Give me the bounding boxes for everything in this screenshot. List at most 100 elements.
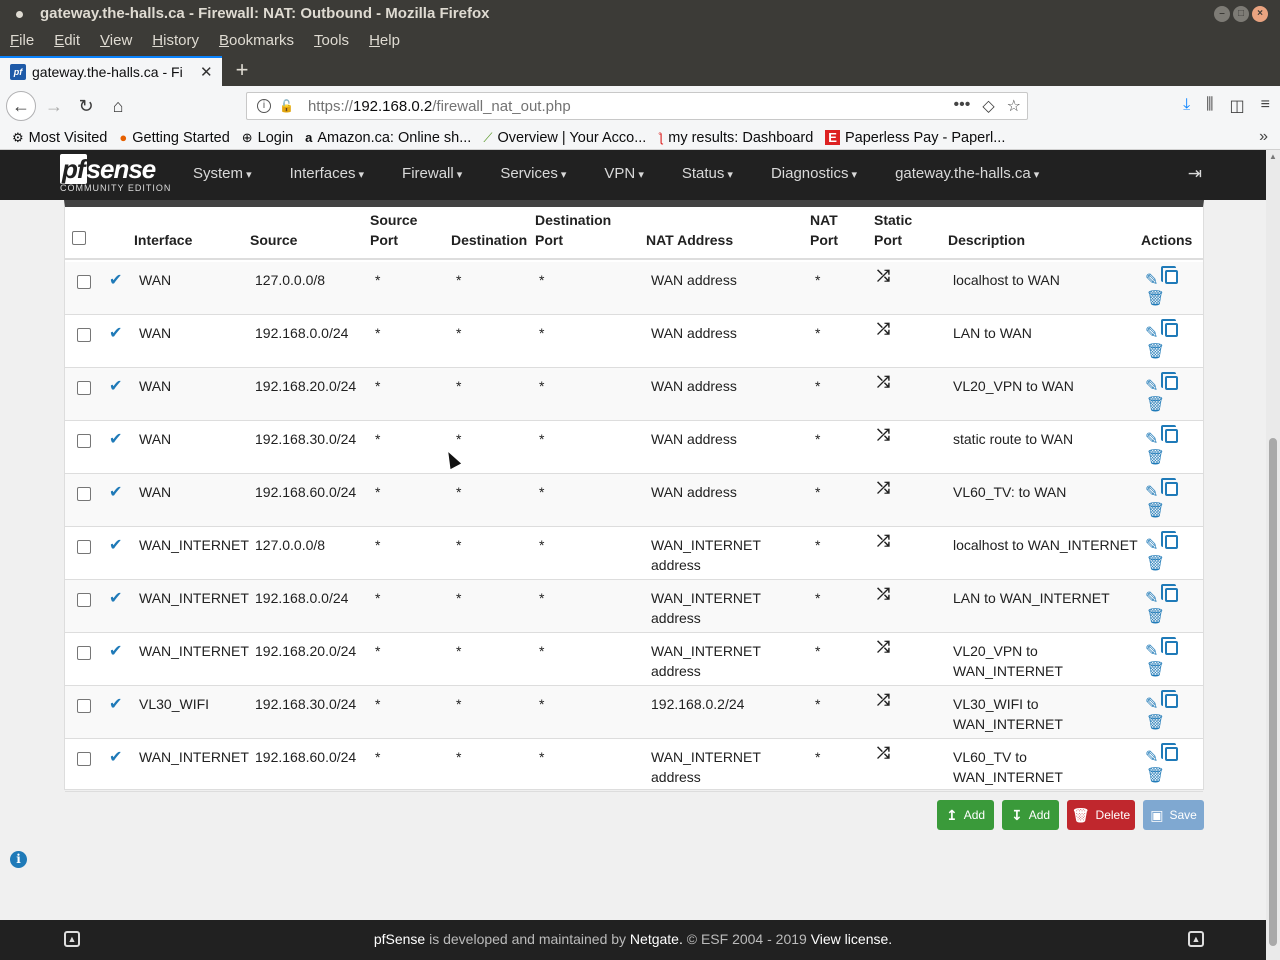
- scroll-up-icon[interactable]: ▲: [1269, 152, 1277, 161]
- footer-right-icon[interactable]: ▲: [1188, 931, 1204, 947]
- menu-view[interactable]: View: [100, 28, 132, 56]
- trash-icon[interactable]: 🗑: [1146, 766, 1165, 784]
- checkmark-icon[interactable]: ✔: [109, 482, 122, 502]
- pencil-icon[interactable]: ✎: [1145, 641, 1158, 661]
- table-row[interactable]: ✔ WAN_INTERNET 127.0.0.0/8 * * * WAN_INTERNET …: [65, 527, 1203, 580]
- maximize-button[interactable]: □: [1233, 6, 1249, 22]
- home-icon[interactable]: ⌂: [104, 92, 132, 120]
- page-actions-icon[interactable]: •••: [954, 96, 971, 116]
- trash-icon[interactable]: 🗑: [1146, 448, 1165, 466]
- menu-history[interactable]: History: [152, 28, 199, 56]
- new-tab-icon[interactable]: +: [228, 56, 256, 86]
- pencil-icon[interactable]: ✎: [1145, 270, 1158, 290]
- checkmark-icon[interactable]: ✔: [109, 429, 122, 449]
- trash-icon[interactable]: 🗑: [1146, 289, 1165, 307]
- trash-icon[interactable]: 🗑: [1146, 501, 1165, 519]
- copy-icon[interactable]: [1161, 743, 1178, 761]
- back-icon[interactable]: ←: [6, 91, 36, 121]
- close-window-button[interactable]: ×: [1252, 6, 1268, 22]
- pencil-icon[interactable]: ✎: [1145, 694, 1158, 714]
- menu-help[interactable]: Help: [369, 28, 400, 56]
- row-checkbox[interactable]: [77, 646, 91, 660]
- logout-icon[interactable]: ⇥: [1188, 164, 1202, 184]
- pencil-icon[interactable]: ✎: [1145, 747, 1158, 767]
- minimize-button[interactable]: –: [1214, 6, 1230, 22]
- sidebar-icon[interactable]: ◫: [1230, 96, 1245, 116]
- checkmark-icon[interactable]: ✔: [109, 376, 122, 396]
- checkmark-icon[interactable]: ✔: [109, 535, 122, 555]
- hamburger-menu-icon[interactable]: ≡: [1261, 96, 1270, 116]
- checkmark-icon[interactable]: ✔: [109, 270, 122, 290]
- menu-file[interactable]: File: [10, 28, 34, 56]
- nav-diagnostics[interactable]: Diagnostics: [771, 165, 857, 182]
- pencil-icon[interactable]: ✎: [1145, 429, 1158, 449]
- table-row[interactable]: ✔ WAN 192.168.60.0/24 * * * WAN address * VL60_T…: [65, 474, 1203, 527]
- row-checkbox[interactable]: [77, 381, 91, 395]
- copy-icon[interactable]: [1161, 690, 1178, 708]
- row-checkbox[interactable]: [77, 487, 91, 501]
- more-bookmarks-icon[interactable]: »: [1259, 128, 1268, 146]
- table-row[interactable]: ✔ WAN_INTERNET 192.168.60.0/24 * * * WAN_INTER…: [65, 739, 1203, 792]
- bookmark-star-icon[interactable]: ☆: [1007, 96, 1021, 116]
- checkmark-icon[interactable]: ✔: [109, 694, 122, 714]
- scrollbar-thumb[interactable]: [1269, 438, 1277, 946]
- menu-bookmarks[interactable]: Bookmarks: [219, 28, 294, 56]
- pencil-icon[interactable]: ✎: [1145, 376, 1158, 396]
- table-row[interactable]: ✔ WAN_INTERNET 192.168.20.0/24 * * * WAN_INTER…: [65, 633, 1203, 686]
- bookmark-paperless-pay[interactable]: E Paperless Pay - Paperl...: [825, 130, 1005, 146]
- copy-icon[interactable]: [1161, 478, 1178, 496]
- copy-icon[interactable]: [1161, 531, 1178, 549]
- trash-icon[interactable]: 🗑: [1146, 395, 1165, 413]
- site-info-icon[interactable]: i: [257, 99, 271, 113]
- table-row[interactable]: ✔ WAN 192.168.20.0/24 * * * WAN address * VL20_V…: [65, 368, 1203, 421]
- copy-icon[interactable]: [1161, 637, 1178, 655]
- menu-edit[interactable]: Edit: [54, 28, 80, 56]
- nav-interfaces[interactable]: Interfaces: [290, 165, 364, 182]
- table-row[interactable]: ✔ WAN 127.0.0.0/8 * * * WAN address * localhost …: [65, 262, 1203, 315]
- bookmark-my-results[interactable]: ƪ my results: Dashboard: [658, 130, 813, 146]
- browser-tab[interactable]: pf gateway.the-halls.ca - Fi ✕: [0, 56, 222, 86]
- trash-icon[interactable]: 🗑: [1146, 713, 1165, 731]
- info-icon[interactable]: i: [10, 851, 27, 868]
- pencil-icon[interactable]: ✎: [1145, 535, 1158, 555]
- table-row[interactable]: ✔ WAN 192.168.0.0/24 * * * WAN address * LAN to …: [65, 315, 1203, 368]
- add-top-button[interactable]: ↥ Add: [937, 800, 994, 830]
- window-menu-dot[interactable]: [16, 11, 23, 18]
- page-scrollbar[interactable]: ▲: [1266, 150, 1280, 960]
- url-text[interactable]: https://192.168.0.2/firewall_nat_out.php: [308, 98, 571, 115]
- pfsense-logo[interactable]: pfsense COMMUNITY EDITION: [60, 154, 171, 194]
- bookmark-most-visited[interactable]: ⚙ Most Visited: [12, 130, 107, 146]
- insecure-lock-icon[interactable]: 🔓: [279, 99, 294, 113]
- row-checkbox[interactable]: [77, 752, 91, 766]
- trash-icon[interactable]: 🗑: [1146, 342, 1165, 360]
- pocket-icon[interactable]: ◇: [982, 96, 994, 116]
- delete-button[interactable]: 🗑 Delete: [1067, 800, 1135, 830]
- row-checkbox[interactable]: [77, 699, 91, 713]
- checkmark-icon[interactable]: ✔: [109, 588, 122, 608]
- copy-icon[interactable]: [1161, 319, 1178, 337]
- bookmark-overview[interactable]: ⟋ Overview | Your Acco...: [483, 130, 646, 146]
- pencil-icon[interactable]: ✎: [1145, 323, 1158, 343]
- table-row[interactable]: ✔ VL30_WIFI 192.168.30.0/24 * * * 192.168.0.2/…: [65, 686, 1203, 739]
- select-all-checkbox[interactable]: [72, 231, 86, 245]
- nav-firewall[interactable]: Firewall: [402, 165, 462, 182]
- bookmark-amazon[interactable]: a Amazon.ca: Online sh...: [305, 130, 471, 146]
- reload-icon[interactable]: ↻: [72, 92, 100, 120]
- footer-brand[interactable]: pfSense: [374, 931, 425, 947]
- checkmark-icon[interactable]: ✔: [109, 323, 122, 343]
- row-checkbox[interactable]: [77, 328, 91, 342]
- view-license-link[interactable]: View license.: [811, 931, 892, 947]
- close-tab-icon[interactable]: ✕: [200, 63, 213, 81]
- copy-icon[interactable]: [1161, 266, 1178, 284]
- checkmark-icon[interactable]: ✔: [109, 747, 122, 767]
- copy-icon[interactable]: [1161, 584, 1178, 602]
- add-bottom-button[interactable]: ↧ Add: [1002, 800, 1059, 830]
- copy-icon[interactable]: [1161, 372, 1178, 390]
- save-button[interactable]: ▣ Save: [1143, 800, 1204, 830]
- table-row[interactable]: ✔ WAN_INTERNET 192.168.0.0/24 * * * WAN_INTERN…: [65, 580, 1203, 633]
- bookmark-getting-started[interactable]: ● Getting Started: [119, 130, 229, 146]
- pencil-icon[interactable]: ✎: [1145, 482, 1158, 502]
- row-checkbox[interactable]: [77, 540, 91, 554]
- bookmark-login[interactable]: ⊕ Login: [242, 130, 293, 146]
- library-icon[interactable]: ⫼: [1206, 96, 1213, 116]
